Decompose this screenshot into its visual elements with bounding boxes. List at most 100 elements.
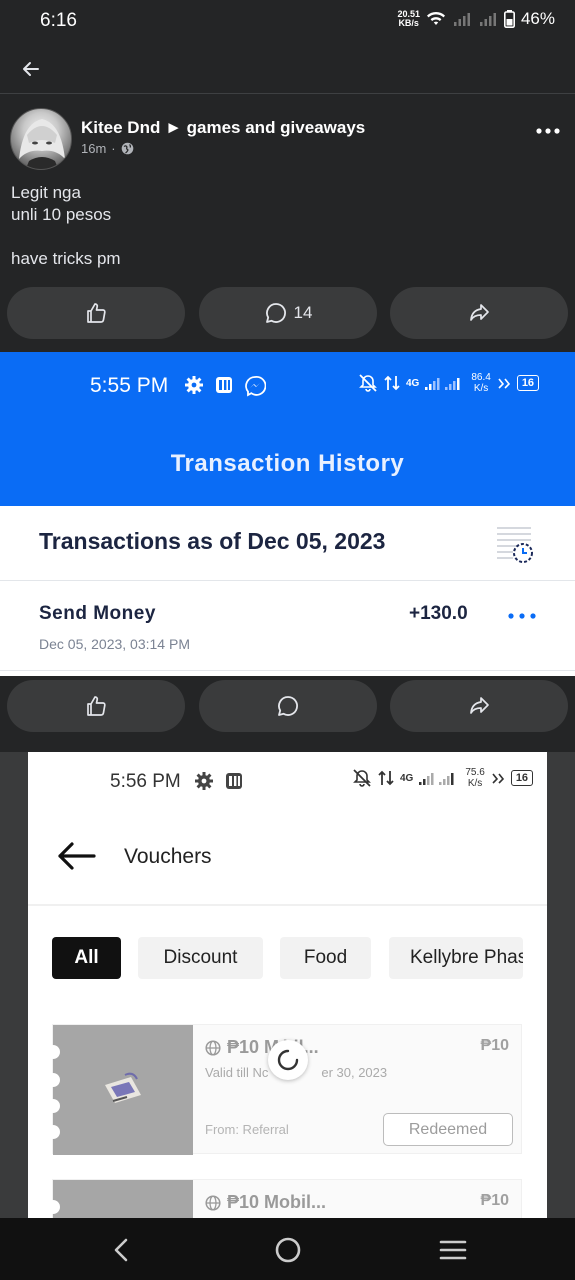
- signal-icon: [453, 13, 470, 26]
- globe-icon: [205, 1194, 221, 1211]
- nav-back-icon[interactable]: [108, 1236, 136, 1264]
- wifi-icon: [426, 11, 445, 25]
- share-icon: [470, 697, 489, 714]
- screenshot-status-right: 4G 86.4 K/s 16: [358, 372, 540, 394]
- more-options-icon[interactable]: [507, 612, 537, 620]
- voucher-screenshot[interactable]: 5:56 PM 4G 75.6 K/s 16 Vouchers All Disc…: [0, 752, 575, 1218]
- screenshot-network-speed: 86.4 K/s: [471, 372, 490, 394]
- like-button[interactable]: [7, 287, 185, 339]
- tab-kellybre-phase[interactable]: Kellybre Phas: [389, 937, 523, 979]
- post-actions: 14: [0, 283, 575, 343]
- voucher-source: From: Referral: [205, 1122, 289, 1137]
- post-text: Legit nga unli 10 pesos have tricks pm: [11, 182, 121, 270]
- share-button[interactable]: [390, 680, 568, 732]
- comment-button[interactable]: [199, 680, 377, 732]
- speed-value: 86.4: [471, 372, 491, 383]
- tab-all[interactable]: All: [52, 937, 121, 979]
- status-bar: 6:16 20.51 KB/s 46%: [0, 0, 575, 44]
- globe-icon: [205, 1039, 221, 1056]
- thumbs-up-icon: [87, 303, 106, 323]
- transaction-screenshot[interactable]: 5:55 PM 4G 86.4 K/s 16 Transaction Histo…: [0, 352, 575, 676]
- screenshot-network-speed: 75.6 K/s: [465, 767, 484, 789]
- more-options-icon[interactable]: [535, 126, 561, 136]
- wifi-calling-icon: [498, 378, 510, 389]
- ticket-notch: [46, 1125, 60, 1139]
- wifi-calling-icon: [492, 773, 504, 784]
- vouchers-title: Vouchers: [124, 845, 212, 868]
- post-time[interactable]: 16m: [81, 141, 106, 156]
- voucher-validity-start: Valid till Nc: [205, 1065, 269, 1080]
- voucher-validity-end: er 30, 2023: [321, 1065, 388, 1080]
- comment-button[interactable]: 14: [199, 287, 377, 339]
- signal-icon: [419, 773, 454, 785]
- gear-icon: [185, 376, 203, 394]
- nav-home-icon[interactable]: [274, 1236, 302, 1264]
- ticket-notch: [46, 1200, 60, 1214]
- back-arrow-icon[interactable]: [56, 840, 96, 872]
- post-text-line: [11, 226, 121, 248]
- post-meta: 16m ·: [81, 141, 134, 156]
- author-name[interactable]: Kitee Dnd: [81, 118, 160, 137]
- comment-icon: [265, 303, 286, 323]
- voucher-image: [53, 1180, 193, 1218]
- battery-icon: [503, 10, 515, 28]
- post-header: Kitee Dnd ► games and giveaways 16m ·: [0, 96, 575, 176]
- voucher-name: ₱10 Mobil...: [205, 1192, 326, 1213]
- battery-level: 16: [516, 375, 540, 391]
- speed-unit: K/s: [467, 778, 483, 789]
- voucher-card[interactable]: ₱10 Mobil... ₱10: [46, 1179, 522, 1218]
- network-type: 4G: [406, 377, 420, 389]
- network-type: 4G: [400, 772, 414, 784]
- post-title: Kitee Dnd ► games and giveaways: [81, 118, 365, 138]
- tab-food[interactable]: Food: [280, 937, 371, 979]
- redeemed-button[interactable]: Redeemed: [383, 1113, 513, 1146]
- voucher-price: ₱10: [480, 1192, 509, 1209]
- share-button[interactable]: [390, 287, 568, 339]
- comment-icon: [278, 696, 298, 716]
- meta-separator: ·: [111, 141, 116, 156]
- voucher-name-text: ₱10 Mobil...: [227, 1192, 327, 1212]
- signal-icon: [479, 13, 496, 26]
- transaction-history-title: Transaction History: [170, 450, 405, 477]
- back-arrow-icon[interactable]: [18, 56, 44, 82]
- divider: [0, 670, 575, 671]
- tab-discount[interactable]: Discount: [138, 937, 263, 979]
- ticket-notch: [46, 1099, 60, 1113]
- data-transfer-icon: [378, 770, 394, 786]
- voucher-image: [53, 1025, 193, 1155]
- speed-unit: K/s: [473, 383, 489, 394]
- play-arrow-icon: ►: [165, 118, 182, 137]
- voucher-image-graphic: [105, 1072, 141, 1103]
- voucher-screen: 5:56 PM 4G 75.6 K/s 16 Vouchers All Disc…: [28, 752, 547, 1218]
- divider: [28, 904, 547, 906]
- sim-card-icon: [216, 377, 232, 393]
- like-button[interactable]: [7, 680, 185, 732]
- transactions-heading: Transactions as of Dec 05, 2023: [39, 528, 386, 554]
- speed-unit: KB/s: [398, 18, 419, 28]
- status-icons: 20.51 KB/s 46%: [397, 9, 555, 29]
- screenshot-app-icons: [184, 375, 266, 397]
- screenshot-time: 5:56 PM: [110, 771, 181, 792]
- nav-recents-icon[interactable]: [439, 1236, 467, 1264]
- signal-icon: [425, 378, 460, 390]
- divider: [0, 580, 575, 581]
- history-filter-icon[interactable]: [495, 524, 537, 564]
- app-bar: [0, 44, 575, 94]
- group-name[interactable]: games and giveaways: [187, 118, 366, 137]
- screenshot-time: 5:55 PM: [90, 374, 169, 397]
- system-nav-bar: [0, 1218, 575, 1280]
- sim-card-icon: [226, 773, 242, 789]
- thumbs-up-icon: [87, 696, 106, 716]
- ticket-notch: [46, 1045, 60, 1059]
- battery-percent: 46%: [520, 9, 555, 28]
- status-time: 6:16: [40, 10, 77, 31]
- gear-icon: [195, 772, 213, 790]
- avatar[interactable]: [10, 108, 72, 170]
- transaction-type[interactable]: Send Money: [39, 603, 156, 625]
- voucher-price: ₱10: [480, 1037, 509, 1054]
- network-speed: 20.51 KB/s: [397, 10, 420, 28]
- loading-spinner: [268, 1040, 308, 1080]
- screenshot-app-icons: [194, 771, 244, 791]
- messenger-icon: [245, 376, 266, 397]
- speed-value: 75.6: [465, 767, 485, 778]
